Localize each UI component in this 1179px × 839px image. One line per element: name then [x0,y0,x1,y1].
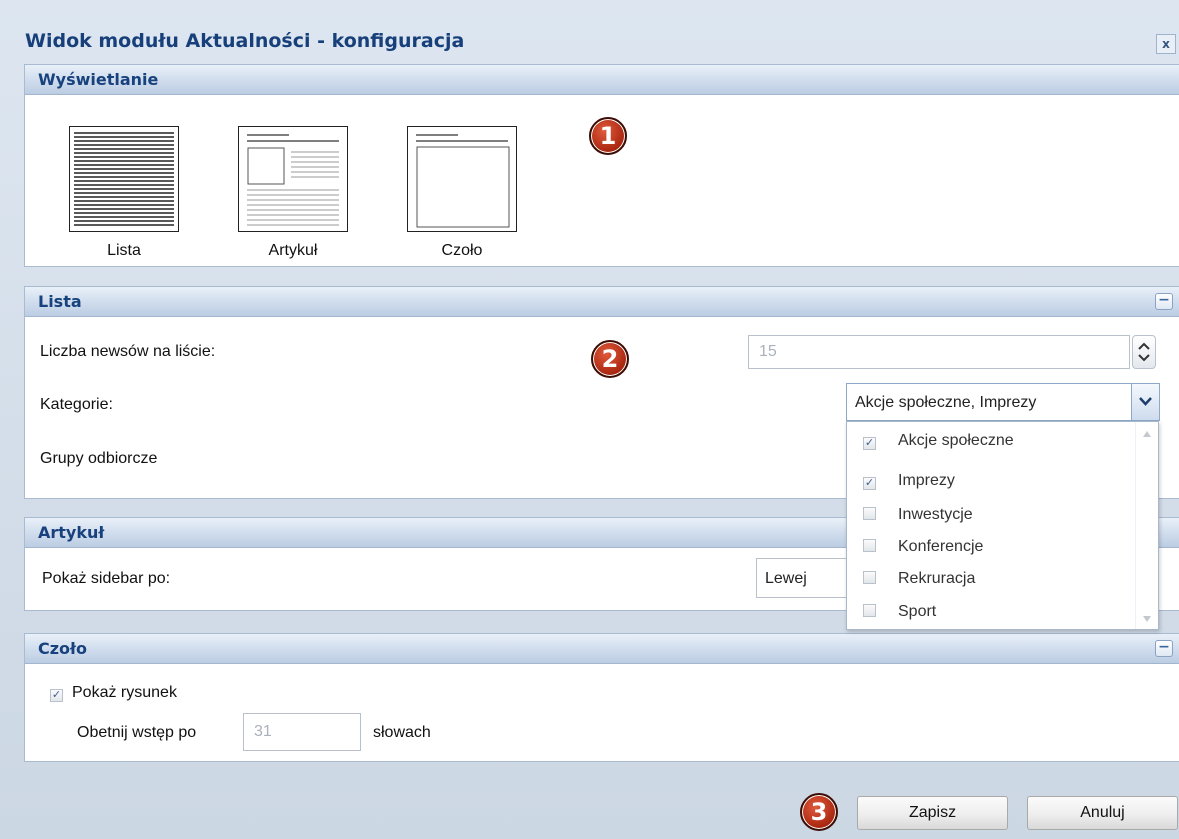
category-checkbox[interactable] [863,507,876,520]
step-marker-1: 1 [589,117,627,155]
list-section-heading: Lista − [25,287,1179,317]
trim-suffix-label: słowach [373,724,431,741]
step-marker-3: 3 [800,793,838,831]
category-checkbox[interactable]: ✓ [863,437,876,450]
header-layout-icon [407,126,517,232]
layout-label-list: Lista [107,242,141,259]
category-option-label: Rekruracja [898,570,976,587]
collapse-icon[interactable]: − [1155,640,1173,657]
stepper-arrows-icon[interactable] [1132,335,1156,369]
dropdown-scrollbar[interactable] [1135,422,1158,629]
chevron-down-icon[interactable] [1131,383,1160,421]
sidebar-label: Pokaż sidebar po: [42,570,171,587]
categories-select[interactable]: Akcje społeczne, Imprezy [846,383,1132,421]
trim-prefix-label: Obetnij wstęp po [77,724,197,741]
news-count-input[interactable]: 15 [748,335,1130,369]
categories-dropdown: ✓ Akcje społeczne ✓ Imprezy Inwestycje Kon… [846,421,1159,630]
layout-label-header: Czoło [441,242,483,259]
category-option[interactable]: Inwestycje [863,506,973,524]
category-checkbox[interactable]: ✓ [863,477,876,490]
header-section-title: Czoło [38,639,87,658]
category-option-label: Akcje społeczne [898,432,1014,449]
header-section: Czoło − [24,633,1179,762]
news-count-label: Liczba newsów na liście: [40,343,216,360]
close-icon[interactable]: x [1156,34,1176,54]
category-option-label: Sport [898,603,937,620]
list-section-title: Lista [38,292,82,311]
show-image-option[interactable]: ✓ Pokaż rysunek [50,684,177,702]
category-option[interactable]: Konferencje [863,538,983,556]
category-option[interactable]: ✓ Akcje społeczne [863,432,1014,450]
save-button[interactable]: Zapisz [857,796,1008,830]
category-option[interactable]: Sport [863,603,936,621]
category-checkbox[interactable] [863,604,876,617]
show-image-checkbox[interactable]: ✓ [50,689,63,702]
category-checkbox[interactable] [863,571,876,584]
trim-words-input[interactable]: 31 [243,713,361,751]
article-layout-icon [238,126,348,232]
cancel-button[interactable]: Anuluj [1027,796,1178,830]
config-dialog: Widok modułu Aktualności - konfiguracja … [0,0,1179,839]
category-option-label: Inwestycje [898,506,973,523]
category-checkbox[interactable] [863,539,876,552]
category-option-label: Konferencje [898,538,984,555]
display-section-heading: Wyświetlanie [25,65,1179,95]
show-image-label: Pokaż rysunek [72,684,177,701]
sidebar-select[interactable]: Lewej [756,558,856,598]
step-marker-2: 2 [591,340,629,378]
collapse-icon[interactable]: − [1155,293,1173,310]
category-option[interactable]: Rekruracja [863,570,975,588]
layout-label-article: Artykuł [268,242,318,259]
categories-label: Kategorie: [40,396,113,413]
groups-label: Grupy odbiorcze [40,450,158,467]
dialog-title: Widok modułu Aktualności - konfiguracja [25,30,465,52]
category-option[interactable]: ✓ Imprezy [863,472,955,490]
list-layout-icon [69,126,179,232]
display-section: Wyświetlanie [24,64,1179,267]
category-option-label: Imprezy [898,472,955,489]
header-section-heading: Czoło − [25,634,1179,664]
